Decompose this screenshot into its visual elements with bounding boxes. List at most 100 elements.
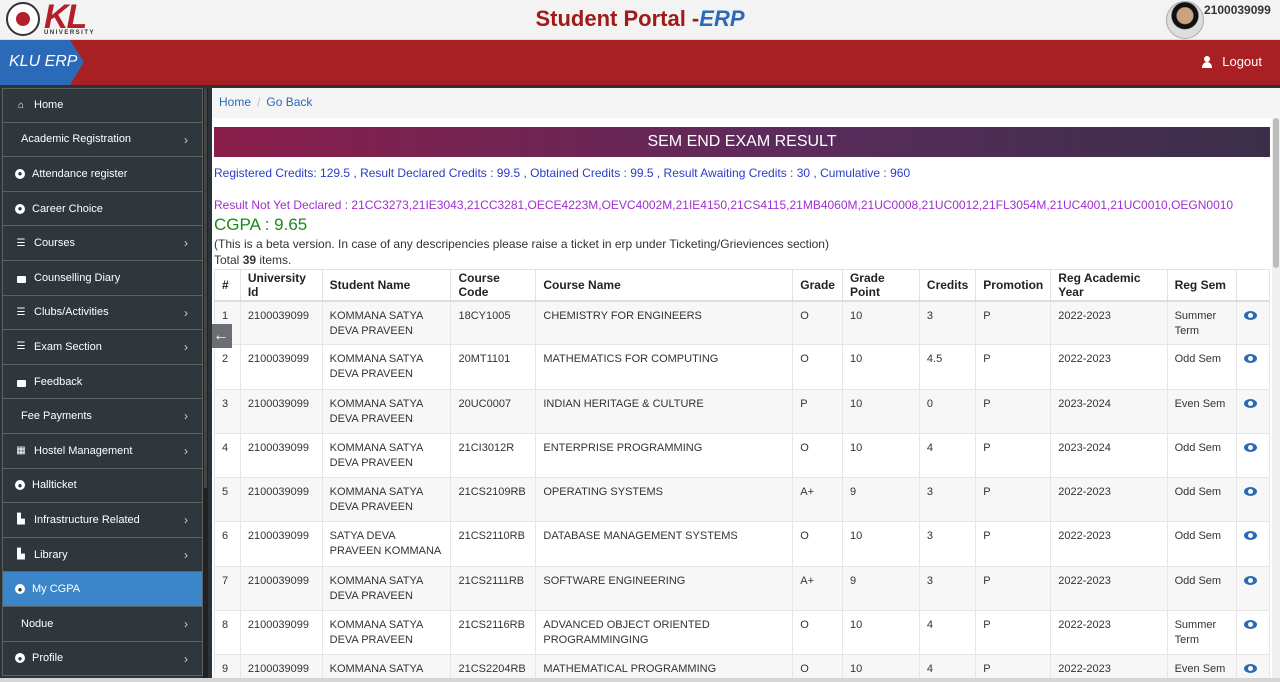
column-header[interactable]: Promotion: [975, 269, 1052, 302]
eye-icon[interactable]: [1244, 398, 1258, 408]
eye-icon[interactable]: [1244, 354, 1258, 364]
credits-summary: Registered Credits: 129.5 , Result Decla…: [214, 166, 911, 180]
sidebar-item-label: Academic Registration: [21, 133, 132, 146]
table-cell: DATABASE MANAGEMENT SYSTEMS: [535, 521, 794, 567]
user-id: 2100039099: [1204, 3, 1271, 17]
breadcrumb-separator: /: [257, 95, 261, 109]
table-cell: OPERATING SYSTEMS: [535, 477, 794, 523]
sidebar-item-academic-registration[interactable]: Academic Registration ›: [2, 122, 203, 158]
table-cell: 10: [841, 388, 920, 434]
sidebar-item-my-cgpa[interactable]: ● My CGPA: [2, 572, 203, 607]
table-cell: 2100039099: [239, 432, 323, 479]
sidebar-item-exam-section[interactable]: ☰ Exam Section ›: [2, 330, 203, 365]
table-cell: 2023-2024: [1050, 432, 1168, 479]
table-cell: 20MT1101: [450, 344, 537, 390]
table-cell: KOMMANA SATYA DEVA PRAVEEN: [321, 477, 452, 523]
list-icon: ☰: [16, 341, 26, 353]
main-scrollbar[interactable]: [1272, 118, 1280, 682]
table-cell: KOMMANA SATYA DEVA PRAVEEN: [321, 299, 452, 346]
sidebar-item-profile[interactable]: ● Profile ›: [2, 641, 203, 677]
sidebar-item-label: Fee Payments: [21, 410, 92, 423]
column-header[interactable]: Reg Academic Year: [1050, 269, 1168, 302]
result-title: SEM END EXAM RESULT: [214, 127, 1270, 157]
sidebar-item-library[interactable]: ▙ Library ›: [2, 537, 203, 573]
bottom-strip: [0, 678, 1280, 682]
table-cell: 8: [214, 610, 241, 656]
column-header[interactable]: Credits: [918, 269, 977, 302]
breadcrumb-go-back-link[interactable]: Go Back: [266, 95, 312, 109]
table-cell: 3: [918, 565, 977, 612]
sidebar-item-courses[interactable]: ☰ Courses ›: [2, 226, 203, 261]
breadcrumb-home-link[interactable]: Home: [219, 95, 251, 109]
table-row: 5 2100039099 KOMMANA SATYA DEVA PRAVEEN 21C…: [214, 477, 1270, 523]
table-cell: O: [792, 344, 843, 390]
table-row: 1 2100039099 KOMMANA SATYA DEVA PRAVEEN 18C…: [214, 299, 1270, 346]
list-icon: ☰: [16, 306, 26, 318]
sidebar-item-hallticket[interactable]: ● Hallticket: [2, 468, 203, 504]
table-cell: A+: [792, 565, 843, 612]
total-count: 39: [242, 253, 257, 267]
sidebar-item-career-choice[interactable]: ● Career Choice: [2, 191, 203, 227]
eye-icon[interactable]: [1244, 620, 1258, 630]
table-cell: 2100039099: [239, 565, 323, 612]
column-header[interactable]: [1236, 269, 1270, 302]
sidebar-item-fee-payments[interactable]: Fee Payments ›: [2, 399, 203, 434]
table-cell: KOMMANA SATYA DEVA PRAVEEN: [321, 610, 452, 656]
sidebar-item-attendance-register[interactable]: ● Attendance register: [2, 157, 203, 192]
table-cell: ADVANCED OBJECT ORIENTED PROGRAMMINGING: [535, 610, 794, 656]
view-cell: [1236, 344, 1270, 390]
column-header[interactable]: Student Name: [321, 269, 452, 302]
breadcrumb: Home / Go Back: [219, 95, 312, 109]
table-cell: O: [792, 299, 843, 346]
collapse-sidebar-arrow-icon[interactable]: ←: [212, 324, 232, 348]
user-circle-icon: ●: [15, 653, 25, 664]
eye-icon[interactable]: [1244, 442, 1258, 452]
table-cell: 2100039099: [239, 299, 323, 346]
chevron-right-icon: ›: [184, 409, 188, 424]
column-header[interactable]: University Id: [239, 269, 323, 302]
table-cell: 21CS2111RB: [450, 565, 537, 612]
portal-title-main: Student Portal -: [535, 6, 700, 31]
column-header[interactable]: Reg Sem: [1166, 269, 1238, 302]
beta-notice: (This is a beta version. In case of any …: [214, 237, 829, 251]
table-cell: 2100039099: [239, 477, 323, 523]
column-header[interactable]: #: [214, 269, 241, 302]
column-header[interactable]: Course Name: [535, 269, 794, 302]
eye-icon[interactable]: [1244, 664, 1258, 674]
sidebar-item-hostel-management[interactable]: ▦ Hostel Management ›: [2, 433, 203, 469]
table-cell: MATHEMATICS FOR COMPUTING: [535, 344, 794, 390]
table-cell: P: [975, 521, 1052, 567]
sidebar-item-home[interactable]: ⌂ Home: [2, 88, 203, 123]
view-cell: [1236, 565, 1270, 612]
table-cell: P: [975, 299, 1052, 346]
sidebar-item-nodue[interactable]: Nodue ›: [2, 606, 203, 642]
sidebar-item-infrastructure-related[interactable]: ▙ Infrastructure Related ›: [2, 503, 203, 538]
main-content: Home / Go Back SEM END EXAM RESULT Registe…: [212, 88, 1280, 682]
table-cell: 21CI3012R: [450, 432, 537, 479]
table-cell: KOMMANA SATYA DEVA PRAVEEN: [321, 344, 452, 390]
column-header[interactable]: Course Code: [450, 269, 537, 302]
table-cell: O: [792, 432, 843, 479]
eye-icon[interactable]: [1244, 531, 1258, 541]
table-cell: 21CS2109RB: [450, 477, 537, 523]
chevron-right-icon: ›: [184, 547, 188, 562]
eye-icon[interactable]: [1244, 310, 1258, 320]
sidebar-item-clubs-activities[interactable]: ☰ Clubs/Activities ›: [2, 295, 203, 331]
sidebar-item-label: Exam Section: [34, 340, 102, 353]
table-cell: 18CY1005: [450, 299, 537, 346]
column-header[interactable]: Grade: [792, 269, 843, 302]
chevron-right-icon: ›: [184, 340, 188, 355]
column-header[interactable]: Grade Point: [841, 269, 920, 302]
brand-link[interactable]: KLU ERP: [0, 40, 84, 85]
top-header: KL UNIVERSITY Student Portal -ERP 210003…: [0, 0, 1280, 40]
sidebar-item-counselling-diary[interactable]: Counselling Diary: [2, 260, 203, 296]
sidebar-scrollbar[interactable]: [203, 88, 208, 682]
eye-icon[interactable]: [1244, 487, 1258, 497]
table-cell: P: [975, 477, 1052, 523]
building-icon: ▦: [16, 445, 26, 457]
sidebar-item-feedback[interactable]: Feedback: [2, 364, 203, 400]
table-cell: 2: [214, 344, 241, 390]
logout-button[interactable]: Logout: [1202, 54, 1262, 69]
eye-icon[interactable]: [1244, 575, 1258, 585]
avatar[interactable]: [1166, 1, 1204, 39]
